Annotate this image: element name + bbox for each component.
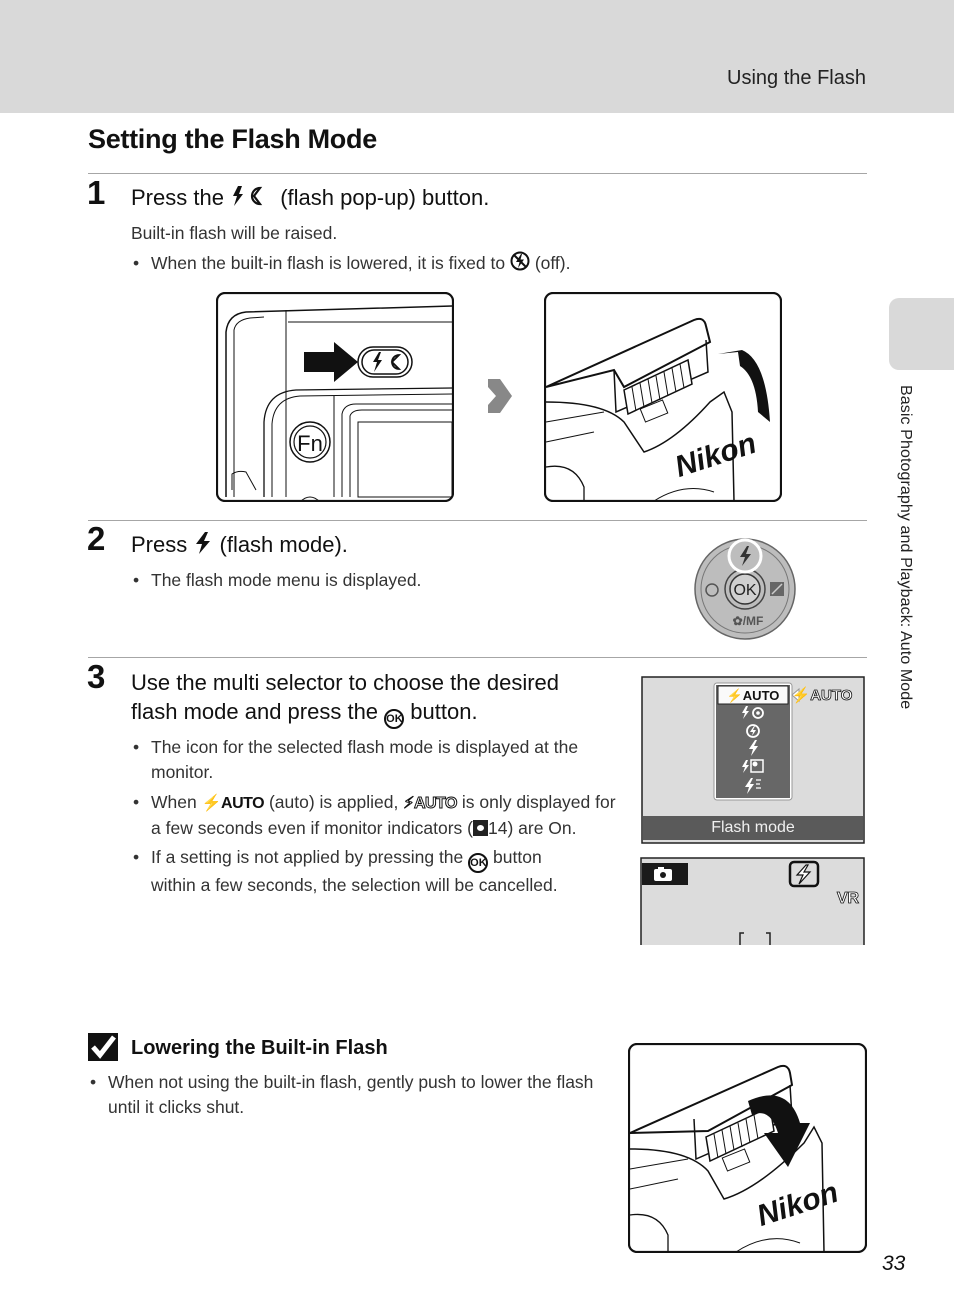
bullet-line: until it clicks shut. bbox=[108, 1097, 245, 1117]
step-number-2: 2 bbox=[87, 520, 106, 557]
divider bbox=[88, 173, 867, 174]
flash-icon bbox=[193, 531, 213, 562]
svg-text:⚡AUTO: ⚡AUTO bbox=[727, 688, 780, 704]
step-3-title-line2: flash mode and press the OK button. bbox=[131, 697, 621, 729]
bullet-line: The icon for the selected flash mode is … bbox=[151, 737, 579, 757]
bullet-text: button bbox=[493, 847, 542, 867]
bullet-text: ) are On. bbox=[507, 818, 577, 838]
camera-back-illustration: Fn bbox=[216, 292, 454, 502]
title-text-suffix: button. bbox=[410, 699, 478, 724]
step-number-1: 1 bbox=[87, 174, 106, 211]
camera-flash-lowering-illustration: Nikon bbox=[628, 1043, 867, 1253]
arrow-right-icon bbox=[488, 379, 512, 413]
fn-button-label: Fn bbox=[297, 431, 323, 456]
lcd-shooting-screen: VR bbox=[640, 857, 865, 945]
step-2-title-text: Press bbox=[131, 532, 188, 557]
note-title: Lowering the Built-in Flash bbox=[131, 1037, 388, 1059]
step-2-bullet: The flash mode menu is displayed. bbox=[133, 568, 421, 593]
lcd-menu-label: Flash mode bbox=[643, 816, 863, 840]
step-3-title: Use the multi selector to choose the des… bbox=[131, 668, 621, 729]
step-1-title-text: Press the bbox=[131, 185, 224, 210]
note-bullet: When not using the built-in flash, gentl… bbox=[90, 1070, 608, 1120]
step-3-title-line1: Use the multi selector to choose the des… bbox=[131, 670, 560, 695]
ok-button-icon: OK bbox=[468, 853, 489, 873]
step-2-title-suffix: (flash mode). bbox=[219, 532, 348, 557]
step-number-3: 3 bbox=[87, 658, 106, 695]
bullet-line: monitor. bbox=[151, 762, 214, 782]
bullet-text: If a setting is not applied by pressing … bbox=[151, 847, 464, 867]
divider bbox=[88, 520, 867, 521]
step-3-bullet-1: The icon for the selected flash mode is … bbox=[133, 735, 621, 785]
flash-auto-icon: ⚡AUTO bbox=[201, 795, 265, 812]
vr-indicator: VR bbox=[837, 890, 860, 907]
header-band: Using the Flash bbox=[0, 0, 954, 113]
title-text: flash mode and press the bbox=[131, 699, 379, 724]
step-3-bullet-2: When ⚡AUTO (auto) is applied, ⚡AUTO is o… bbox=[133, 790, 621, 841]
divider bbox=[88, 657, 867, 658]
flash-auto-outline-icon: ⚡AUTO bbox=[403, 795, 458, 813]
page-number: 33 bbox=[882, 1252, 906, 1275]
bullet-text: a few seconds even if monitor indicators… bbox=[151, 818, 473, 838]
bullet-line: When not using the built-in flash, gentl… bbox=[108, 1072, 594, 1092]
bullet-line: If a setting is not applied by pressing … bbox=[151, 845, 621, 873]
bullet-line: a few seconds even if monitor indicators… bbox=[151, 816, 621, 841]
bullet-text: (auto) is applied, bbox=[268, 792, 399, 812]
multi-selector-illustration: OK ✿/MF bbox=[694, 538, 796, 640]
flash-auto-preview-icon: ⚡AUTO bbox=[792, 686, 853, 704]
bullet-text: When the built-in flash is lowered, it i… bbox=[151, 253, 506, 274]
step-1-text: Built-in flash will be raised. bbox=[131, 223, 338, 243]
checkmark-note-icon bbox=[88, 1033, 118, 1061]
ok-button-icon: OK bbox=[384, 709, 405, 729]
section-title: Using the Flash bbox=[727, 67, 866, 89]
ok-label: OK bbox=[733, 582, 756, 599]
step-1-title-suffix: (flash pop-up) button. bbox=[280, 185, 490, 210]
bullet-text: When bbox=[151, 792, 197, 812]
step-3-bullet-3: If a setting is not applied by pressing … bbox=[133, 845, 621, 898]
page-reference[interactable]: 14 bbox=[488, 818, 507, 838]
flash-off-icon bbox=[510, 251, 530, 278]
macro-mf-label: ✿/MF bbox=[733, 614, 764, 628]
chapter-label: Basic Photography and Playback: Auto Mod… bbox=[897, 385, 914, 710]
step-1-title: Press the (flash pop-up) button. bbox=[131, 183, 489, 214]
page-reference-icon bbox=[472, 820, 488, 836]
step-1-bullet: When the built-in flash is lowered, it i… bbox=[133, 251, 571, 278]
page-title: Setting the Flash Mode bbox=[88, 124, 377, 154]
flash-popup-icon bbox=[230, 185, 274, 214]
step-2-title: Press (flash mode). bbox=[131, 530, 348, 562]
chapter-tab[interactable] bbox=[889, 298, 954, 370]
bullet-line: When ⚡AUTO (auto) is applied, ⚡AUTO is o… bbox=[151, 790, 621, 816]
auto-label: AUTO bbox=[413, 795, 458, 813]
camera-flash-raised-illustration: Nikon bbox=[544, 292, 782, 502]
auto-label: AUTO bbox=[221, 795, 265, 812]
bullet-line: within a few seconds, the selection will… bbox=[151, 875, 558, 895]
bullet-text: is only displayed for bbox=[461, 792, 616, 812]
bullet-text-suffix: (off). bbox=[534, 253, 571, 274]
